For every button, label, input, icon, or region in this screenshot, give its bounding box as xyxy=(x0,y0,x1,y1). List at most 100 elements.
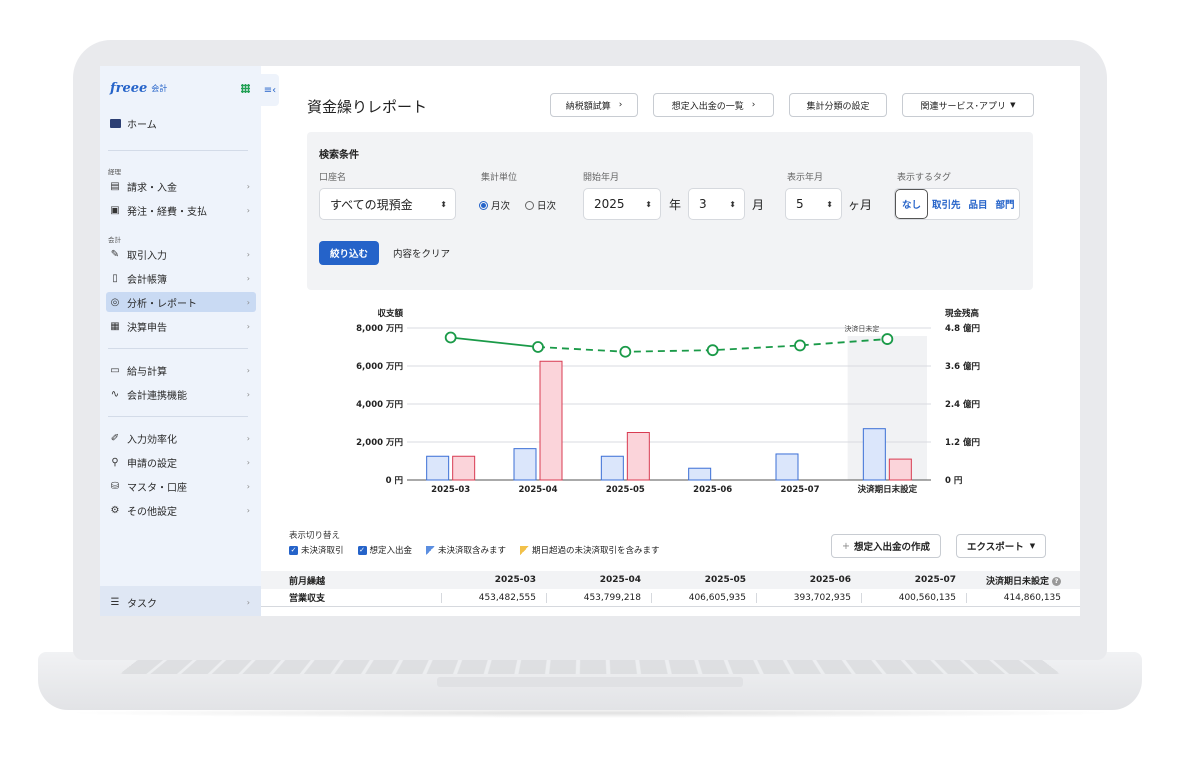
sidebar-item-label: ホーム xyxy=(127,119,157,131)
laptop-mockup: freee 会計 ホーム 経理 ▤ 請求・入金 › ▣ 発注・経費・支払 › 会… xyxy=(0,0,1180,760)
create-planned-button[interactable]: + 想定入出金の作成 xyxy=(831,534,941,558)
y-tick-right: 1.2 億円 xyxy=(945,437,980,448)
header-text: 決済期日未設定 xyxy=(985,576,1049,587)
apps-grid-icon[interactable] xyxy=(241,84,250,93)
toggle-label: 表示切り替え xyxy=(289,531,341,541)
chevron-right-icon: › xyxy=(246,321,250,331)
start-month-select[interactable]: 3 ⬍ xyxy=(688,188,745,220)
account-select[interactable]: すべての現預金 ⬍ xyxy=(319,188,456,220)
chevron-right-icon: › xyxy=(246,597,250,607)
y-tick-left: 0 円 xyxy=(386,476,403,486)
divider xyxy=(108,416,248,417)
radio-dot xyxy=(525,200,534,210)
tag-item[interactable]: 品目 xyxy=(965,189,992,219)
legend-overdue-included: 期日超過の未決済取引を含みます xyxy=(520,544,660,556)
apply-filter-button[interactable]: 絞り込む xyxy=(319,241,379,265)
sidebar-item-label: マスタ・口座 xyxy=(127,482,187,494)
sidebar-item-label: タスク xyxy=(127,598,157,610)
clear-filter-button[interactable]: 内容をクリア xyxy=(393,246,450,260)
sidebar-item-efficiency[interactable]: ✐ 入力効率化 › xyxy=(106,428,256,448)
logo-mark: freee xyxy=(110,80,148,96)
tag-none[interactable]: なし xyxy=(895,189,929,219)
sidebar-item-integration[interactable]: ∿ 会計連携機能 › xyxy=(106,384,256,404)
table-cell: 406,605,935 xyxy=(651,592,756,603)
account-label: 口座名 xyxy=(319,173,347,183)
toggle-text: 未決済取引 xyxy=(301,546,344,556)
chevron-right-icon: › xyxy=(246,457,250,467)
laptop-trackpad xyxy=(437,677,743,687)
bar-expense xyxy=(626,432,650,481)
toggle-planned[interactable]: ✓ 想定入出金 xyxy=(357,544,412,556)
sidebar-item-reports[interactable]: ◎ 分析・レポート › xyxy=(106,292,256,312)
display-months-select[interactable]: 5 ⬍ xyxy=(785,188,842,220)
bar-income xyxy=(600,455,624,481)
chevron-right-icon: › xyxy=(246,205,250,215)
caret-down-icon: ▼ xyxy=(1010,101,1016,109)
x-tick-label: 2025-03 xyxy=(431,485,470,495)
tax-icon: ▦ xyxy=(110,320,120,332)
task-bar[interactable]: ☰ タスク › xyxy=(100,586,261,616)
sidebar-item-master[interactable]: ⛁ マスタ・口座 › xyxy=(106,476,256,496)
sidebar-item-task[interactable]: ☰ タスク › xyxy=(106,592,256,612)
select-value: 5 xyxy=(796,197,804,211)
gear-icon: ⚙ xyxy=(110,504,120,516)
sidebar-item-invoice[interactable]: ▤ 請求・入金 › xyxy=(106,176,256,196)
sidebar-item-settings[interactable]: ⚙ その他設定 › xyxy=(106,500,256,520)
tag-partner[interactable]: 取引先 xyxy=(928,189,965,219)
select-value: すべての現預金 xyxy=(330,197,413,212)
export-button[interactable]: エクスポート ▼ xyxy=(956,534,1047,558)
balance-line-solid xyxy=(450,336,539,348)
sidebar-item-label: その他設定 xyxy=(127,506,177,518)
filter-heading: 検索条件 xyxy=(319,150,359,161)
updown-icon: ⬍ xyxy=(645,199,652,209)
cashflow-table: 前月繰越 2025-03 2025-04 2025-05 2025-06 202… xyxy=(261,571,1080,616)
table-row-label: 営業収支 xyxy=(289,594,326,604)
y-tick-left: 2,000 万円 xyxy=(356,438,403,448)
caret-down-icon: ▼ xyxy=(1029,542,1036,550)
tag-department[interactable]: 部門 xyxy=(992,189,1019,219)
bar-expense xyxy=(452,455,476,481)
select-value: 2025 xyxy=(594,197,625,211)
table-row: 営業収支 453,482,555 453,799,218 406,605,935… xyxy=(261,589,1080,607)
y-axis-label-left: 収支額 xyxy=(377,308,403,319)
card-icon: ▭ xyxy=(110,364,120,376)
sidebar-item-entry[interactable]: ✎ 取引入力 › xyxy=(106,244,256,264)
table-cell: 400,560,135 xyxy=(861,592,966,603)
chevron-right-icon: › xyxy=(246,433,250,443)
related-services-button[interactable]: 関連サービス･アプリ ▼ xyxy=(902,93,1034,117)
freee-logo[interactable]: freee 会計 xyxy=(110,80,167,96)
table-header-cell: 2025-06 xyxy=(809,575,851,585)
link-icon: ∿ xyxy=(110,388,120,400)
legend-text: 未決済取含みます xyxy=(438,546,507,556)
y-tick-left: 6,000 万円 xyxy=(356,362,403,372)
category-settings-button[interactable]: 集計分類の設定 xyxy=(789,93,887,117)
sidebar-item-approval[interactable]: ⚲ 申請の設定 › xyxy=(106,452,256,472)
radio-daily[interactable]: 日次 xyxy=(525,198,556,212)
radio-dot xyxy=(479,200,488,210)
x-tick-label: 2025-07 xyxy=(780,485,819,495)
sidebar-item-label: 分析・レポート xyxy=(127,298,197,310)
table-cell: 453,482,555 xyxy=(441,592,546,603)
divider xyxy=(108,348,248,349)
chevron-right-icon: › xyxy=(246,481,250,491)
sidebar-item-expense[interactable]: ▣ 発注・経費・支払 › xyxy=(106,200,256,220)
toggle-unsettled[interactable]: ✓ 未決済取引 xyxy=(289,544,344,556)
sidebar-item-home[interactable]: ホーム xyxy=(106,113,256,133)
x-tick-label: 2025-04 xyxy=(518,485,557,495)
planned-list-button[interactable]: 想定入出金の一覧 › xyxy=(653,93,774,117)
chevron-right-icon: › xyxy=(246,181,250,191)
balance-point xyxy=(444,331,457,344)
home-icon xyxy=(109,117,121,129)
checkbox-checked-icon: ✓ xyxy=(357,545,367,555)
y-tick-left: 8,000 万円 xyxy=(356,324,403,334)
sidebar-item-payroll[interactable]: ▭ 給与計算 › xyxy=(106,360,256,380)
tax-estimate-button[interactable]: 納税額試算 › xyxy=(550,93,638,117)
radio-monthly[interactable]: 月次 xyxy=(479,198,510,212)
sidebar-item-ledger[interactable]: ▯ 会計帳簿 › xyxy=(106,268,256,288)
updown-icon: ⬍ xyxy=(440,199,447,209)
start-year-select[interactable]: 2025 ⬍ xyxy=(583,188,661,220)
help-icon[interactable]: ? xyxy=(1052,576,1061,586)
x-tick-label: 2025-05 xyxy=(606,485,645,495)
sidebar-item-tax[interactable]: ▦ 決算申告 › xyxy=(106,316,256,336)
sidebar-item-label: 給与計算 xyxy=(127,366,167,378)
